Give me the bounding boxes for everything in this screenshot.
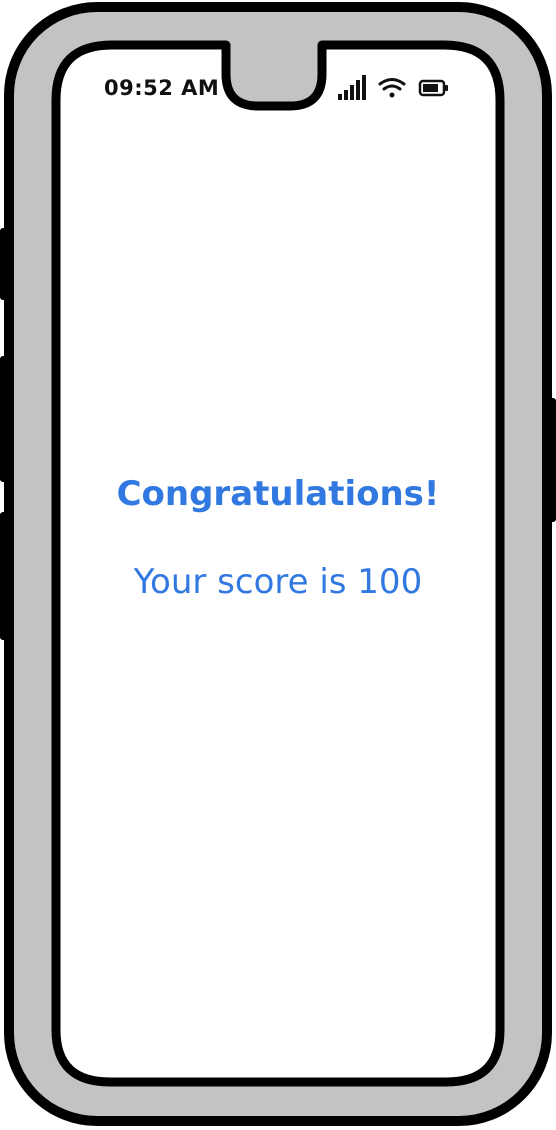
wifi-icon xyxy=(378,78,406,98)
battery-icon xyxy=(418,79,448,97)
status-icons xyxy=(338,75,448,100)
congratulations-heading: Congratulations! xyxy=(116,474,440,514)
cellular-signal-icon xyxy=(338,75,366,100)
score-text: Your score is 100 xyxy=(133,562,423,602)
status-time: 09:52 AM xyxy=(104,76,220,100)
